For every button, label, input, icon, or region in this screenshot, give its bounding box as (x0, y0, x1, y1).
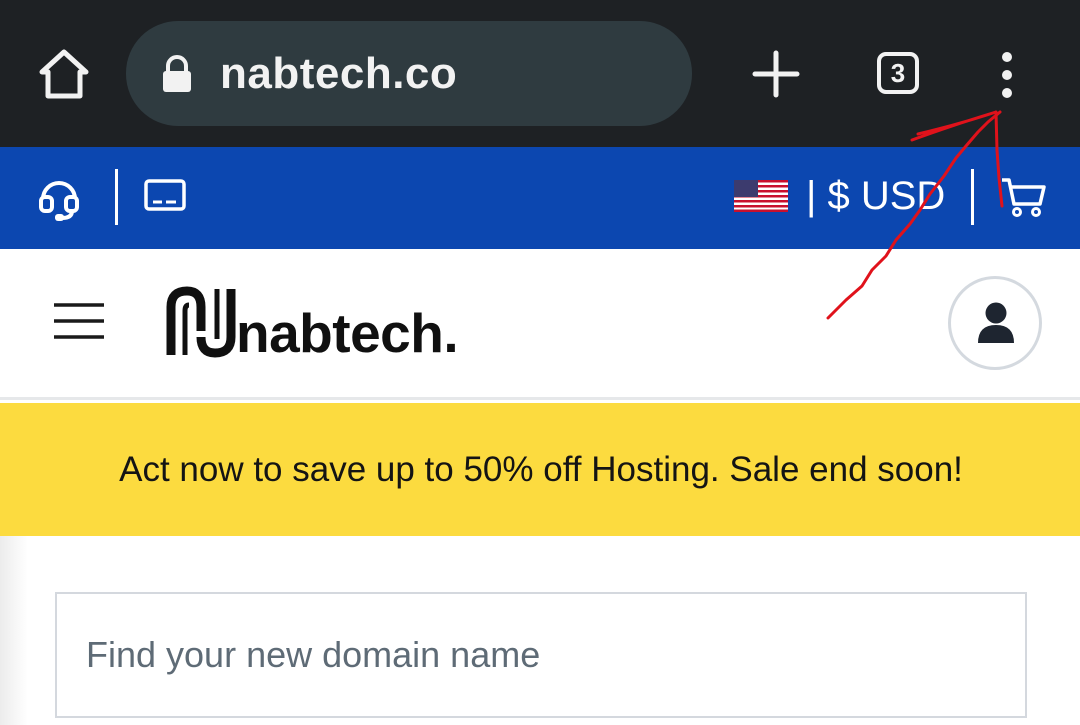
more-menu-icon[interactable] (996, 52, 1018, 98)
domain-search-input[interactable] (55, 592, 1027, 718)
utility-bar: | $ USD (0, 147, 1080, 249)
address-bar[interactable]: nabtech.co (126, 21, 692, 126)
support-headset-icon[interactable] (38, 177, 80, 221)
tab-switcher-button[interactable]: 3 (877, 52, 919, 94)
edge-shadow (0, 536, 28, 725)
hamburger-menu-icon[interactable] (54, 301, 104, 341)
logo-text[interactable]: nabtech. (236, 301, 459, 365)
account-icon (978, 302, 1014, 343)
site-header: nabtech. (0, 249, 1080, 400)
monitor-icon[interactable] (144, 179, 186, 211)
lock-icon (163, 55, 191, 92)
promo-text: Act now to save up to 50% off Hosting. S… (119, 449, 963, 489)
currency-selector[interactable]: | $ USD (806, 173, 945, 219)
new-tab-plus-icon[interactable] (752, 50, 800, 98)
divider (115, 169, 118, 225)
cart-icon[interactable] (1000, 177, 1046, 217)
account-button[interactable] (948, 276, 1042, 370)
home-icon[interactable] (38, 48, 90, 100)
us-flag-icon[interactable] (734, 180, 788, 212)
logo-mark[interactable] (165, 285, 237, 359)
promo-banner: Act now to save up to 50% off Hosting. S… (0, 403, 1080, 536)
divider (971, 169, 974, 225)
browser-toolbar: nabtech.co 3 (0, 0, 1080, 147)
domain-search-section (0, 536, 1080, 725)
url-text[interactable]: nabtech.co (220, 49, 457, 99)
